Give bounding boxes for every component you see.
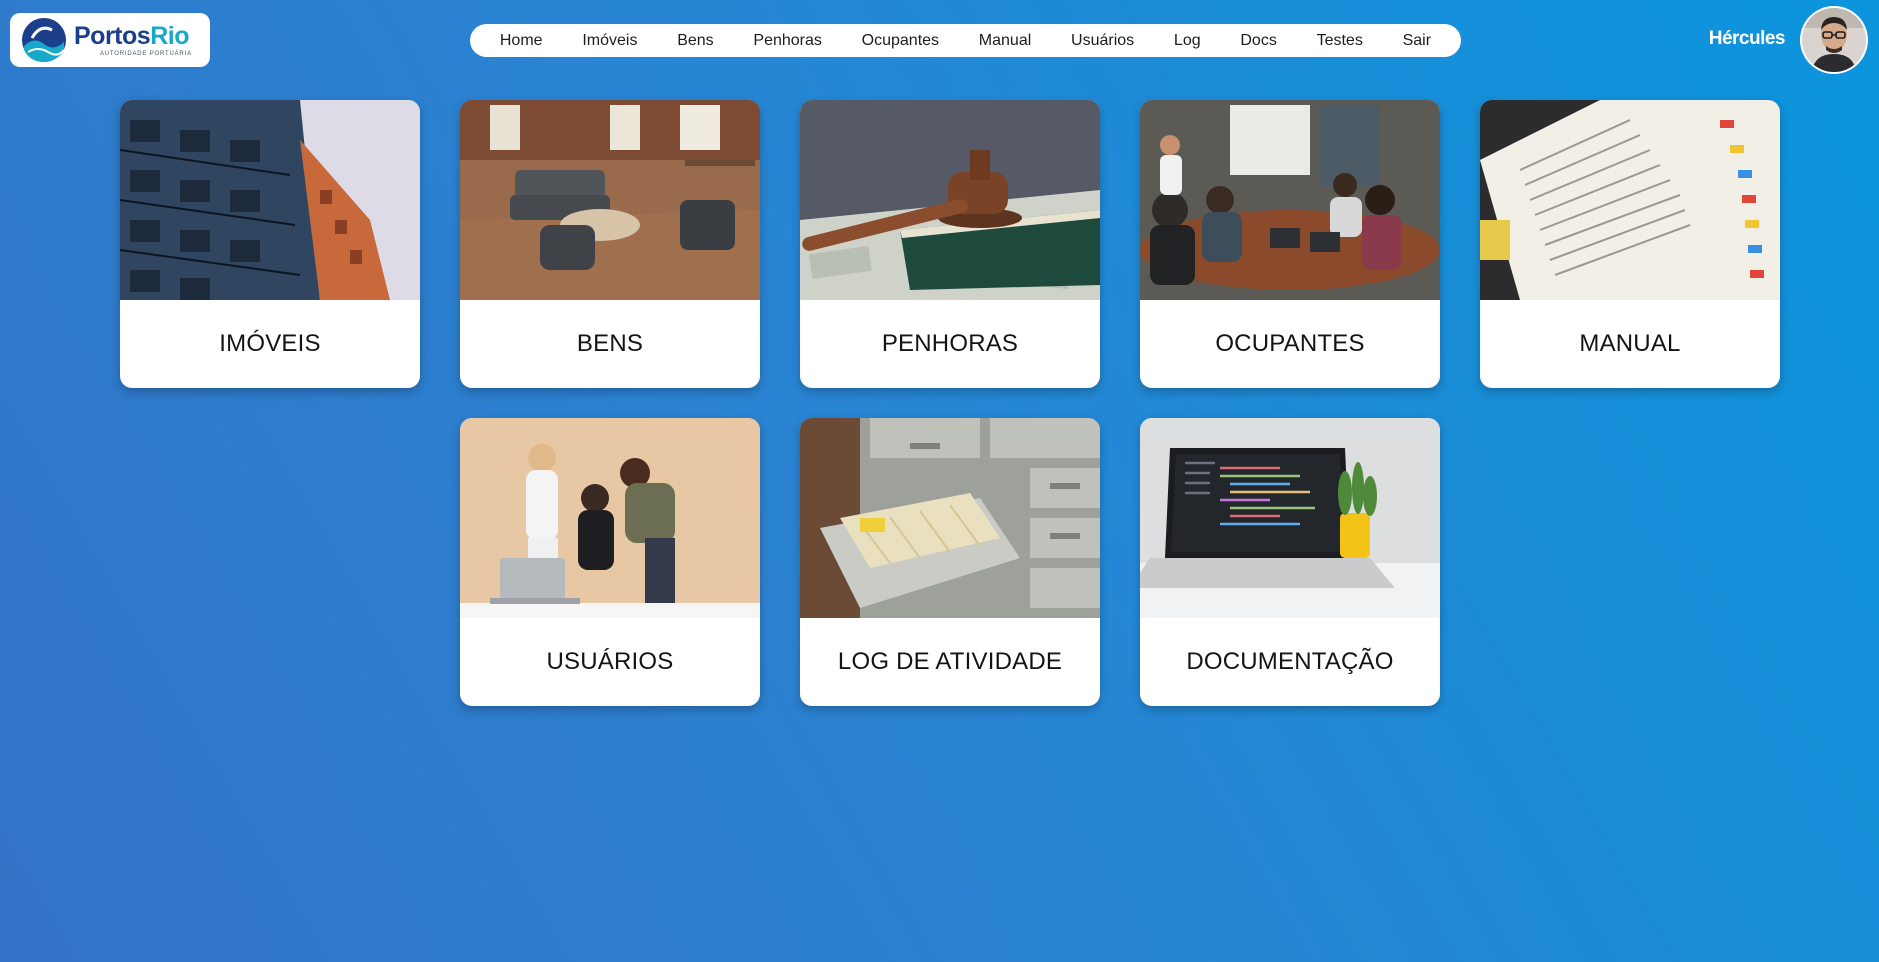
card-manual-label: MANUAL bbox=[1579, 330, 1681, 357]
card-documentacao-label: DOCUMENTAÇÃO bbox=[1186, 648, 1394, 675]
card-penhoras[interactable]: PENHORAS bbox=[800, 100, 1100, 388]
nav-imoveis[interactable]: Imóveis bbox=[576, 32, 643, 50]
card-imoveis[interactable]: IMÓVEIS bbox=[120, 100, 420, 388]
office-lounge-image bbox=[460, 100, 760, 300]
laptop-code-image bbox=[1140, 418, 1440, 618]
card-ocupantes[interactable]: OCUPANTES bbox=[1140, 100, 1440, 388]
nav-bens[interactable]: Bens bbox=[671, 32, 719, 50]
card-penhoras-label: PENHORAS bbox=[881, 330, 1019, 357]
card-usuarios-label: USUÁRIOS bbox=[546, 648, 674, 675]
team-at-laptop-image bbox=[460, 418, 760, 618]
file-cabinet-image bbox=[800, 418, 1100, 618]
meeting-room-image bbox=[1140, 100, 1440, 300]
card-bens[interactable]: BENS bbox=[460, 100, 760, 388]
card-bens-label: BENS bbox=[576, 330, 644, 357]
nav-usuarios[interactable]: Usuários bbox=[1065, 32, 1140, 50]
open-book-image bbox=[1480, 100, 1780, 300]
card-manual[interactable]: MANUAL bbox=[1480, 100, 1780, 388]
card-log-label: LOG DE ATIVIDADE bbox=[837, 648, 1063, 675]
card-ocupantes-label: OCUPANTES bbox=[1215, 330, 1365, 357]
logo-subtitle: AUTORIDADE PORTUÁRIA bbox=[100, 50, 192, 57]
nav-log[interactable]: Log bbox=[1168, 32, 1207, 50]
nav-home[interactable]: Home bbox=[494, 32, 549, 50]
nav-testes[interactable]: Testes bbox=[1311, 32, 1369, 50]
nav-ocupantes[interactable]: Ocupantes bbox=[856, 32, 945, 50]
user-avatar[interactable] bbox=[1800, 6, 1868, 74]
card-imoveis-label: IMÓVEIS bbox=[219, 330, 321, 357]
card-usuarios[interactable]: USUÁRIOS bbox=[460, 418, 760, 706]
nav-sair[interactable]: Sair bbox=[1397, 32, 1437, 50]
nav-docs[interactable]: Docs bbox=[1234, 32, 1282, 50]
user-name: Hércules bbox=[1708, 28, 1786, 49]
nav-manual[interactable]: Manual bbox=[973, 32, 1037, 50]
nav-penhoras[interactable]: Penhoras bbox=[747, 32, 828, 50]
card-log[interactable]: LOG DE ATIVIDADE bbox=[800, 418, 1100, 706]
card-documentacao[interactable]: DOCUMENTAÇÃO bbox=[1140, 418, 1440, 706]
apartment-building-image bbox=[120, 100, 420, 300]
portosrio-logo-icon bbox=[22, 18, 66, 62]
logo-wordmark: PortosRio bbox=[74, 21, 189, 50]
main-nav: Home Imóveis Bens Penhoras Ocupantes Man… bbox=[470, 24, 1461, 57]
portosrio-logo[interactable]: PortosRio AUTORIDADE PORTUÁRIA bbox=[10, 13, 210, 67]
user-avatar-icon bbox=[1802, 8, 1866, 72]
gavel-on-money-image bbox=[800, 100, 1100, 300]
